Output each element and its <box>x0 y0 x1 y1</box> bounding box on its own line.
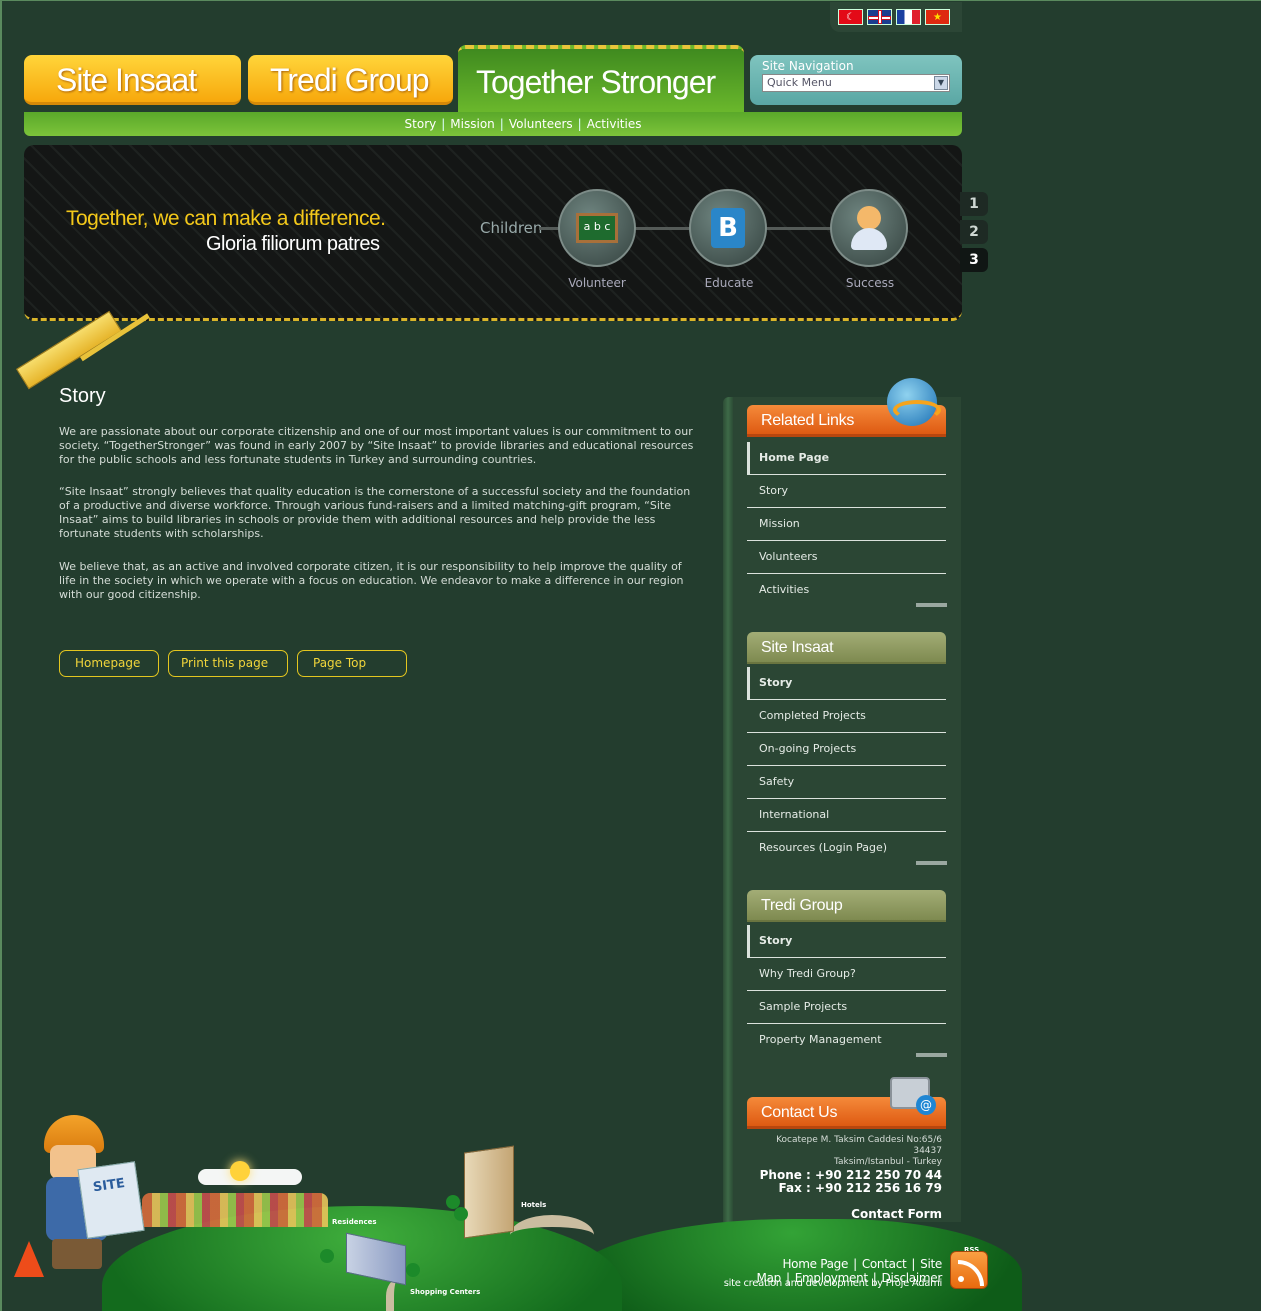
educate-step[interactable]: B <box>689 189 767 267</box>
traffic-cone-icon <box>14 1241 44 1277</box>
site-insaat-link-completed[interactable]: Completed Projects <box>747 700 946 733</box>
contact-address: Kocatepe M. Taksim Caddesi No:65/6 34437… <box>747 1135 942 1168</box>
shopping-centers-label: Shopping Centers <box>410 1288 481 1296</box>
book-icon: B <box>711 208 745 248</box>
france-flag-icon[interactable] <box>896 9 921 25</box>
story-paragraph-2: “Site Insaat” strongly believes that qua… <box>59 485 691 540</box>
uk-flag-icon[interactable] <box>867 9 892 25</box>
tredi-group-header: Tredi Group <box>747 890 946 922</box>
ruler-icon <box>16 310 123 390</box>
banner-slogan: Together, we can make a difference. <box>66 207 386 230</box>
turkey-flag-icon[interactable]: ☾ <box>838 9 863 25</box>
subnav-separator: | <box>577 117 582 131</box>
footer-separator: | <box>911 1257 916 1271</box>
blueprint-sign: SITE <box>77 1161 145 1239</box>
quick-menu-value: Quick Menu <box>767 76 832 89</box>
footer-link-home[interactable]: Home Page <box>782 1257 848 1271</box>
footer-link-contact[interactable]: Contact <box>862 1257 907 1271</box>
hotel-building-icon <box>464 1145 514 1239</box>
tab-tredi-group[interactable]: Tredi Group <box>248 55 453 105</box>
site-navigation-title: Site Navigation <box>762 59 854 73</box>
success-step[interactable] <box>830 189 908 267</box>
homepage-button[interactable]: Homepage <box>59 650 159 677</box>
subnav-story[interactable]: Story <box>405 117 437 131</box>
road <box>510 1215 594 1255</box>
globe-icon <box>887 378 941 426</box>
contact-fax: Fax : +90 212 256 16 79 <box>778 1181 942 1195</box>
step-label-educate: Educate <box>704 276 754 290</box>
list-end-marker <box>916 1053 947 1057</box>
tree-icon <box>320 1249 334 1263</box>
rss-icon[interactable] <box>950 1251 988 1289</box>
banner-page-1[interactable]: 1 <box>960 192 988 216</box>
site-insaat-header: Site Insaat <box>747 632 946 664</box>
tredi-link-sample-projects[interactable]: Sample Projects <box>747 991 946 1024</box>
worker-legs <box>52 1239 102 1269</box>
list-end-marker <box>916 861 947 865</box>
site-insaat-list: Story Completed Projects On-going Projec… <box>747 667 946 865</box>
site-insaat-link-ongoing[interactable]: On-going Projects <box>747 733 946 766</box>
tredi-group-list: Story Why Tredi Group? Sample Projects P… <box>747 925 946 1057</box>
chalkboard-icon: a b c <box>576 213 618 243</box>
banner-page-3[interactable]: 3 <box>960 248 988 272</box>
construction-worker-icon: SITE <box>38 1115 148 1285</box>
residences-label: Residences <box>332 1218 377 1226</box>
footer-separator: | <box>853 1257 857 1271</box>
volunteer-step[interactable]: a b c <box>558 189 636 267</box>
related-links-list: Home Page Story Mission Volunteers Activ… <box>747 442 946 607</box>
cloud-icon <box>198 1169 302 1185</box>
page: ☾ ★ Site Insaat Tredi Group Together Str… <box>0 0 1261 1311</box>
subnav-mission[interactable]: Mission <box>450 117 494 131</box>
page-title: Story <box>59 385 106 407</box>
mailbox-icon: @ <box>882 1065 938 1117</box>
user-icon <box>849 206 889 250</box>
tab-site-insaat[interactable]: Site Insaat <box>24 55 241 105</box>
site-insaat-link-safety[interactable]: Safety <box>747 766 946 799</box>
address-line-1: Kocatepe M. Taksim Caddesi No:65/6 34437 <box>776 1135 942 1156</box>
related-link-volunteers[interactable]: Volunteers <box>747 541 946 574</box>
step-label-volunteer: Volunteer <box>568 276 626 290</box>
banner-children-label: Children <box>480 219 543 237</box>
hero-banner: Together, we can make a difference. Glor… <box>24 145 962 321</box>
subnav-volunteers[interactable]: Volunteers <box>509 117 573 131</box>
story-paragraph-3: We believe that, as an active and involv… <box>59 560 684 601</box>
print-page-button[interactable]: Print this page <box>168 650 288 677</box>
tab-together-stronger[interactable]: Together Stronger <box>458 45 744 113</box>
tredi-link-why[interactable]: Why Tredi Group? <box>747 958 946 991</box>
related-link-home[interactable]: Home Page <box>747 442 946 475</box>
language-selector: ☾ ★ <box>830 2 962 32</box>
list-end-marker <box>916 603 947 607</box>
sidebar-divider <box>723 397 733 1222</box>
town-illustration <box>142 1193 328 1227</box>
chevron-down-icon[interactable]: ▼ <box>934 76 948 90</box>
contact-numbers: Phone : +90 212 250 70 44 Fax : +90 212 … <box>747 1169 942 1195</box>
subnav-separator: | <box>499 117 504 131</box>
email-icon: @ <box>916 1095 936 1115</box>
sun-icon <box>230 1161 250 1181</box>
tree-icon <box>406 1263 420 1277</box>
banner-subtitle: Gloria filiorum patres <box>206 233 380 255</box>
subnav-activities[interactable]: Activities <box>587 117 642 131</box>
related-link-mission[interactable]: Mission <box>747 508 946 541</box>
quick-menu-select[interactable]: Quick Menu ▼ <box>762 74 950 92</box>
page-top-button[interactable]: Page Top <box>297 650 407 677</box>
address-line-2: Taksim/Istanbul - Turkey <box>834 1157 942 1167</box>
story-paragraph-1: We are passionate about our corporate ci… <box>59 425 694 466</box>
step-label-success: Success <box>845 276 895 290</box>
tree-icon <box>454 1207 468 1221</box>
sub-navigation: Story | Mission | Volunteers | Activities <box>24 112 962 136</box>
site-insaat-link-story[interactable]: Story <box>747 667 946 700</box>
related-link-story[interactable]: Story <box>747 475 946 508</box>
hotels-label: Hotels <box>521 1201 547 1209</box>
china-flag-icon[interactable]: ★ <box>925 9 950 25</box>
footer-credits[interactable]: site creation and development by Proje A… <box>612 1278 943 1289</box>
banner-page-2[interactable]: 2 <box>960 220 988 244</box>
site-navigation: Site Navigation Quick Menu ▼ <box>750 55 962 105</box>
subnav-separator: | <box>441 117 446 131</box>
tredi-link-story[interactable]: Story <box>747 925 946 958</box>
page-actions: Homepage Print this page Page Top <box>59 650 407 677</box>
site-insaat-link-international[interactable]: International <box>747 799 946 832</box>
